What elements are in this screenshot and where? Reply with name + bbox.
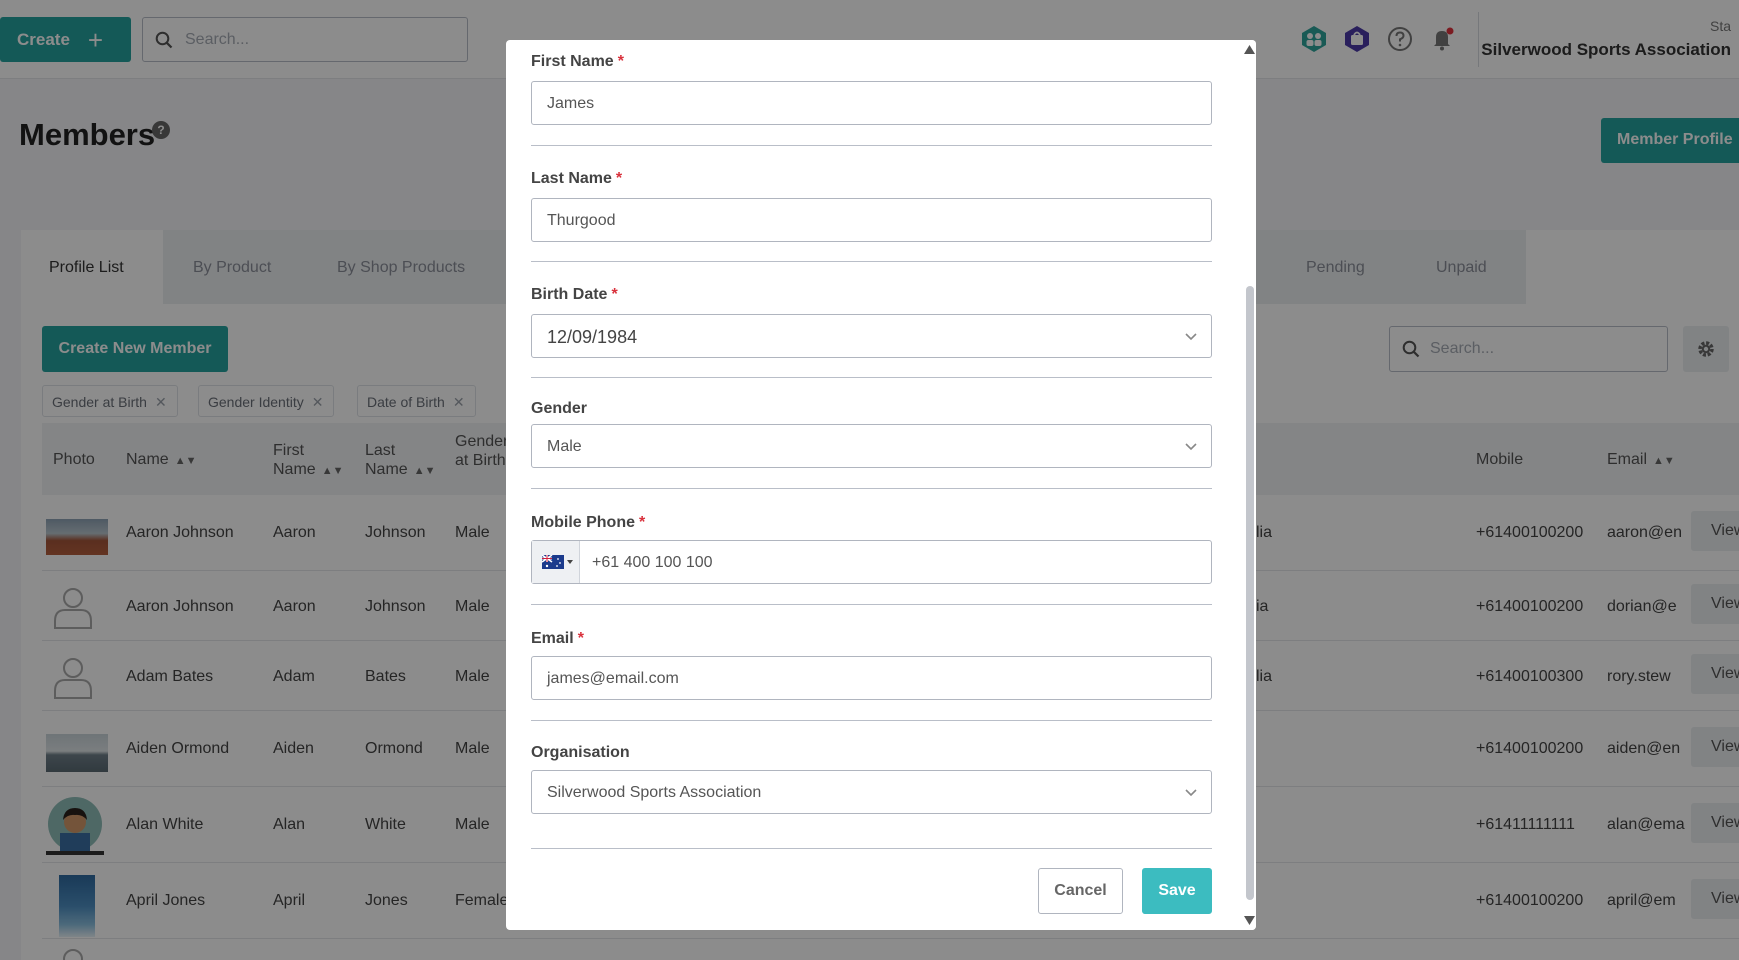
required-marker: * — [615, 170, 623, 187]
organisation-select[interactable]: Silverwood Sports Association — [531, 770, 1212, 814]
country-code-select[interactable] — [532, 541, 580, 583]
required-marker: * — [639, 514, 646, 531]
mobile-phone-input[interactable]: +61 400 100 100 — [531, 540, 1212, 584]
cancel-button[interactable]: Cancel — [1038, 868, 1123, 914]
email-label-text: Email — [531, 630, 574, 647]
scroll-down-icon[interactable] — [1244, 916, 1255, 925]
required-marker: * — [617, 53, 624, 70]
first-name-input[interactable]: James — [531, 81, 1212, 125]
mobile-phone-label-text: Mobile Phone — [531, 514, 635, 531]
scroll-up-icon[interactable] — [1244, 45, 1255, 54]
organisation-label: Organisation — [531, 744, 630, 761]
last-name-label-text: Last Name — [531, 170, 612, 187]
chevron-down-icon — [1185, 333, 1197, 341]
chevron-down-icon — [1185, 443, 1197, 451]
modal-scrollbar[interactable] — [1243, 40, 1256, 930]
field-divider — [531, 377, 1212, 378]
last-name-label: Last Name * — [531, 170, 622, 188]
first-name-label: First Name * — [531, 53, 624, 71]
field-divider — [531, 848, 1212, 849]
gender-value: Male — [547, 438, 582, 455]
edit-member-modal: First Name * James Last Name * Thurgood Bi… — [506, 40, 1256, 930]
email-label: Email * — [531, 630, 584, 648]
scrollbar-thumb[interactable] — [1246, 286, 1254, 900]
email-input[interactable]: james@email.com — [531, 656, 1212, 700]
gender-select[interactable]: Male — [531, 424, 1212, 468]
first-name-label-text: First Name — [531, 53, 614, 70]
field-divider — [531, 488, 1212, 489]
mobile-phone-value: +61 400 100 100 — [592, 554, 713, 571]
birth-date-value: 12/09/1984 — [547, 327, 638, 347]
birth-date-label-text: Birth Date — [531, 286, 608, 303]
field-divider — [531, 720, 1212, 721]
organisation-value: Silverwood Sports Association — [547, 784, 762, 801]
save-button[interactable]: Save — [1142, 868, 1212, 914]
birth-date-label: Birth Date * — [531, 286, 618, 304]
birth-date-select[interactable]: 12/09/1984 — [531, 314, 1212, 358]
field-divider — [531, 145, 1212, 146]
australia-flag-icon — [542, 555, 564, 569]
mobile-phone-label: Mobile Phone * — [531, 514, 645, 532]
caret-down-icon — [567, 560, 573, 564]
required-marker: * — [577, 630, 584, 647]
gender-label: Gender — [531, 400, 588, 417]
field-divider — [531, 261, 1212, 262]
chevron-down-icon — [1185, 789, 1197, 797]
required-marker: * — [611, 286, 618, 303]
last-name-input[interactable]: Thurgood — [531, 198, 1212, 242]
field-divider — [531, 604, 1212, 605]
